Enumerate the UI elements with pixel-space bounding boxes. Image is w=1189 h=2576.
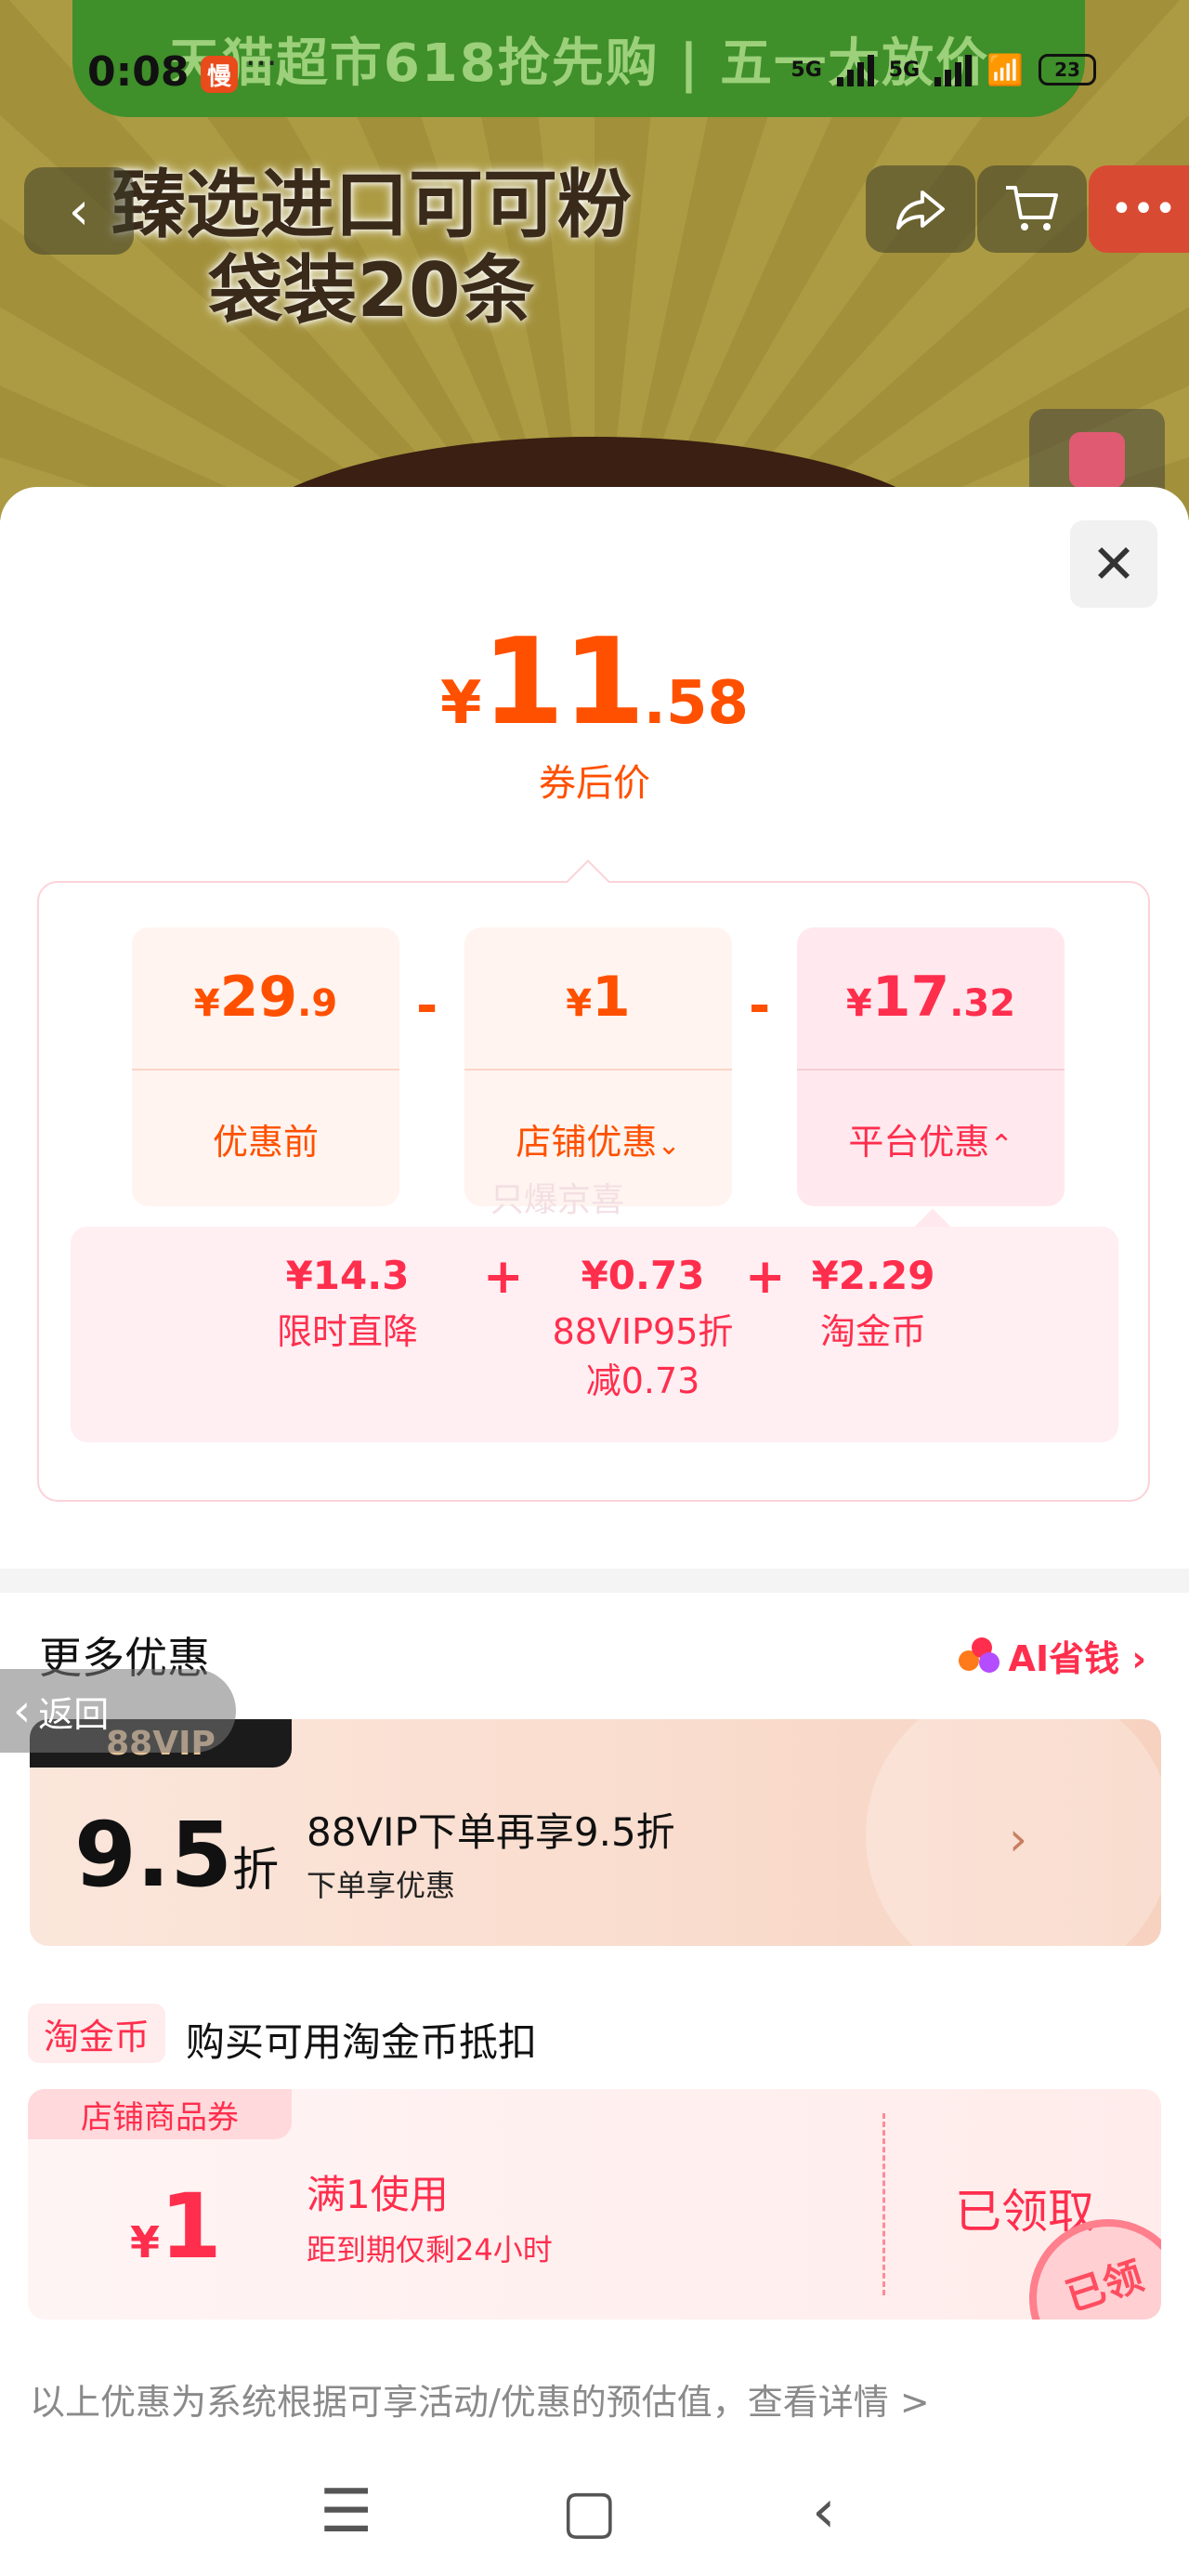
more-icon: ••• <box>1110 188 1177 230</box>
decimal: .32 <box>949 982 1016 1025</box>
chevron-up-icon: ⌃ <box>989 1129 1013 1162</box>
platform-detail-item: ¥0.73 88VIP95折 减0.73 <box>531 1253 754 1406</box>
watermark-text: 只爆京喜 <box>490 1181 625 1219</box>
chart-icon <box>1069 432 1125 488</box>
detail-value: ¥2.29 <box>811 1253 935 1298</box>
section-divider <box>0 1569 1189 1593</box>
final-price: ¥11.58 <box>0 613 1189 752</box>
ai-save-label: AI省钱 › <box>1008 1638 1146 1679</box>
coupon-currency: ¥ <box>130 2217 161 2267</box>
minus-operator: - <box>749 976 771 1036</box>
vip-discount-card[interactable]: 88VIP 9.5折 88VIP下单再享9.5折 下单享优惠 › <box>30 1719 1161 1946</box>
share-icon <box>896 191 945 230</box>
app-notification-icon: 慢 <box>201 56 238 93</box>
currency: ¥ <box>193 982 220 1025</box>
battery-icon: 23 <box>1039 54 1096 85</box>
close-icon: ✕ <box>1091 532 1137 596</box>
signal-icon-2 <box>934 53 973 86</box>
platform-discount-label-row: 平台优惠⌃ <box>797 1113 1065 1164</box>
price-detail-sheet: ✕ ¥11.58 券后价 ¥29.9 优惠前 - ¥1 店铺优惠⌄ - ¥17.… <box>0 487 1189 2576</box>
plus-operator: + <box>745 1249 786 1305</box>
card-divider <box>797 1069 1065 1071</box>
decimal: .9 <box>297 982 338 1025</box>
integer: 17 <box>871 965 950 1030</box>
product-title-text: 臻选进口可可粉 袋装20条 <box>111 162 632 334</box>
network-label-2: 5G <box>888 58 921 82</box>
detail-name: 88VIP95折 减0.73 <box>552 1311 734 1402</box>
ai-save-link[interactable]: AI省钱 › <box>958 1630 1146 1681</box>
cart-icon <box>1006 186 1058 230</box>
ai-save-icon <box>958 1636 1000 1675</box>
network-label-1: 5G <box>790 58 822 82</box>
close-button[interactable]: ✕ <box>1070 520 1157 608</box>
back-key-icon[interactable]: ‹ <box>812 2477 836 2546</box>
vip-main-text: 88VIP下单再享9.5折 <box>307 1809 675 1855</box>
chevron-left-icon: ‹ <box>68 180 90 242</box>
price-before-value: ¥29.9 <box>132 965 399 1030</box>
final-price-decimal: .58 <box>643 669 750 738</box>
return-label: 返回 <box>38 1693 110 1735</box>
plus-operator: + <box>483 1249 524 1305</box>
signal-icon <box>836 53 874 86</box>
platform-detail-panel: ¥14.3 限时直降 + ¥0.73 88VIP95折 减0.73 + ¥2.2… <box>71 1227 1118 1442</box>
return-chip[interactable]: ‹ 返回 <box>0 1669 236 1753</box>
integer: 29 <box>219 965 298 1030</box>
integer: 1 <box>592 965 631 1030</box>
status-right-icons: 5G 5G 📶 23 <box>790 52 1096 87</box>
price-before-card: ¥29.9 优惠前 <box>132 927 399 1206</box>
chevron-right-icon: › <box>1009 1812 1027 1866</box>
currency: ¥ <box>845 982 872 1025</box>
price-calculation-box: ¥29.9 优惠前 - ¥1 店铺优惠⌄ - ¥17.32 平台优惠⌃ ¥14.… <box>37 881 1150 1502</box>
coupon-expiry: 距到期仅剩24小时 <box>307 2232 553 2267</box>
shop-discount-value: ¥1 <box>464 965 732 1030</box>
detail-value: ¥14.3 <box>285 1253 410 1298</box>
back-button[interactable]: ‹ <box>24 167 134 255</box>
shop-discount-label: 店铺优惠 <box>516 1122 658 1163</box>
product-title: 臻选进口可可粉 袋装20条 <box>56 163 687 334</box>
chevron-left-icon: ‹ <box>13 1685 32 1737</box>
wifi-icon: 📶 <box>986 52 1024 87</box>
status-time: 0:08 <box>87 48 189 96</box>
coupon-condition: 满1使用 <box>307 2172 449 2217</box>
chevron-down-icon: ⌄ <box>657 1129 681 1162</box>
platform-detail-item: ¥2.29 淘金币 <box>799 1253 947 1357</box>
final-price-label: 券后价 <box>539 762 650 805</box>
coupon-amount: ¥1 <box>130 2175 222 2279</box>
cart-button[interactable] <box>977 165 1087 253</box>
currency: ¥ <box>566 982 593 1025</box>
status-bar: 0:08 慢 ··· 5G 5G 📶 23 <box>0 45 1189 113</box>
minus-operator: - <box>416 976 438 1036</box>
final-price-currency: ¥ <box>439 669 482 738</box>
vip-discount-unit: 折 <box>232 1843 280 1897</box>
share-button[interactable] <box>866 165 975 253</box>
coin-text: 购买可用淘金币抵扣 <box>186 2019 538 2065</box>
platform-discount-label: 平台优惠 <box>848 1122 990 1163</box>
vip-sub-text: 下单享优惠 <box>307 1868 456 1903</box>
vip-discount-value: 9.5折 <box>74 1803 279 1907</box>
shop-discount-card[interactable]: ¥1 店铺优惠⌄ <box>464 927 732 1206</box>
platform-detail-item: ¥14.3 限时直降 <box>273 1253 422 1357</box>
card-divider <box>132 1069 399 1071</box>
price-before-label: 优惠前 <box>212 1122 319 1163</box>
more-menu-button[interactable]: ••• <box>1089 165 1189 253</box>
platform-discount-value: ¥17.32 <box>797 965 1065 1030</box>
platform-discount-card[interactable]: ¥17.32 平台优惠⌃ <box>797 927 1065 1206</box>
detail-name: 限时直降 <box>276 1311 418 1352</box>
card-divider <box>464 1069 732 1071</box>
disclaimer-link[interactable]: 以上优惠为系统根据可享活动/优惠的预估值，查看详情 > <box>30 2373 930 2425</box>
detail-value: ¥0.73 <box>581 1253 705 1298</box>
final-price-integer: 11 <box>481 613 646 752</box>
shop-discount-label-row: 店铺优惠⌄ <box>464 1113 732 1164</box>
home-icon[interactable]: ▢ <box>561 2477 617 2546</box>
coupon-value: 1 <box>160 2175 222 2279</box>
coupon-divider <box>882 2113 885 2295</box>
status-more-dots: ··· <box>245 45 278 83</box>
coin-tag: 淘金币 <box>28 2004 165 2063</box>
coupon-tag: 店铺商品券 <box>28 2089 292 2139</box>
vip-discount-number: 9.5 <box>74 1803 233 1907</box>
shop-coupon-card[interactable]: 店铺商品券 ¥1 满1使用 距到期仅剩24小时 已领取 已领 <box>28 2089 1161 2320</box>
system-nav-bar: ☰ ▢ ‹ <box>0 2440 1189 2576</box>
detail-name: 淘金币 <box>819 1311 926 1352</box>
menu-icon[interactable]: ☰ <box>320 2477 372 2546</box>
